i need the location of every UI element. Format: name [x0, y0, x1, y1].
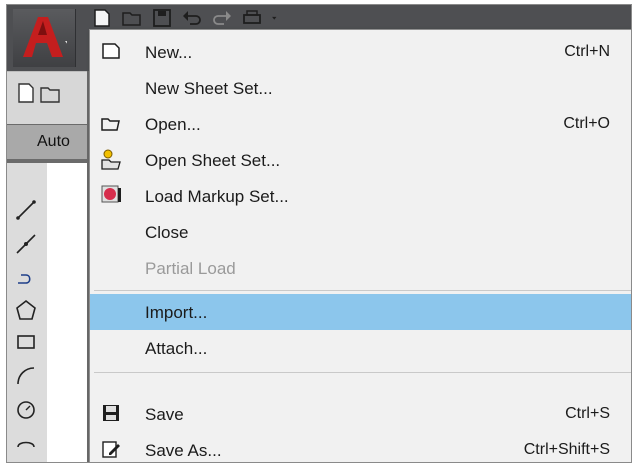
drawing-canvas[interactable] — [47, 163, 87, 462]
qat-customize-dropdown-icon[interactable] — [271, 8, 283, 28]
menu-item-shortcut: Ctrl+S — [565, 405, 610, 422]
menu-separator — [94, 372, 631, 373]
line-tool-icon[interactable] — [15, 199, 37, 221]
menu-item-open[interactable]: Open... Ctrl+O — [90, 106, 631, 142]
polygon-tool-icon[interactable] — [15, 299, 37, 321]
menu-item-label: Import... — [145, 303, 208, 322]
menu-separator — [94, 290, 631, 291]
floppy-disk-icon — [100, 402, 122, 424]
rectangle-tool-icon[interactable] — [15, 331, 37, 353]
document-tab-label: Auto — [37, 133, 70, 150]
new-document-icon — [100, 40, 122, 62]
menu-item-new[interactable]: New... Ctrl+N — [90, 34, 631, 70]
construction-line-icon[interactable] — [15, 233, 37, 255]
menu-item-shortcut: Ctrl+N — [564, 43, 610, 60]
qat-redo-icon[interactable] — [211, 8, 233, 28]
menu-item-load-markup-set[interactable]: Load Markup Set... — [90, 178, 631, 214]
menu-item-close[interactable]: Close — [90, 214, 631, 250]
save-as-pencil-icon — [100, 438, 122, 460]
menu-item-label: New... — [145, 43, 193, 62]
menu-item-label: Close — [145, 223, 189, 242]
document-tab[interactable]: Auto — [7, 125, 87, 159]
revision-cloud-icon[interactable] — [15, 433, 37, 455]
sheet-set-open-icon — [100, 148, 122, 170]
menu-item-label: Attach... — [145, 339, 208, 358]
menu-item-label: Partial Load — [145, 259, 236, 278]
menu-item-import[interactable]: Import... — [90, 294, 631, 330]
draw-toolbar — [7, 163, 48, 462]
menu-item-attach[interactable]: Attach... — [90, 330, 631, 366]
menu-item-label: Open Sheet Set... — [145, 151, 281, 170]
menu-item-label: Open... — [145, 115, 201, 134]
menu-item-shortcut: Ctrl+O — [563, 115, 610, 132]
menu-item-save-as[interactable]: Save As... Ctrl+Shift+S — [90, 432, 631, 462]
menu-item-shortcut: Ctrl+Shift+S — [523, 441, 610, 458]
qat-undo-icon[interactable] — [181, 8, 203, 28]
qat-save-icon[interactable] — [151, 8, 173, 28]
menu-item-label: New Sheet Set... — [145, 79, 273, 98]
autocad-window: Auto New... Ctrl+N New Sheet Set... Open… — [6, 4, 632, 463]
menu-item-open-sheet-set[interactable]: Open Sheet Set... — [90, 142, 631, 178]
menu-item-new-sheet-set[interactable]: New Sheet Set... — [90, 70, 631, 106]
menu-item-label: Save — [145, 405, 184, 424]
application-menu-button[interactable] — [13, 9, 76, 67]
qat-new-icon[interactable] — [91, 8, 113, 28]
arc-tool-icon[interactable] — [15, 365, 37, 387]
ribbon-new-icon[interactable] — [15, 82, 37, 104]
qat-plot-icon[interactable] — [241, 8, 263, 28]
application-menu-dropdown: New... Ctrl+N New Sheet Set... Open... C… — [89, 29, 631, 462]
ribbon-strip — [7, 71, 87, 124]
ribbon-open-icon[interactable] — [39, 82, 61, 104]
menu-item-save[interactable]: Save Ctrl+S — [90, 396, 631, 432]
menu-item-label: Load Markup Set... — [145, 187, 289, 206]
circle-tool-icon[interactable] — [15, 399, 37, 421]
qat-open-icon[interactable] — [121, 8, 143, 28]
menu-item-label: Save As... — [145, 441, 222, 460]
autocad-a-icon — [23, 17, 67, 57]
open-folder-icon — [100, 112, 122, 134]
polyline-tool-icon[interactable] — [15, 267, 37, 289]
menu-item-partial-load: Partial Load — [90, 250, 631, 286]
quick-access-toolbar — [91, 7, 283, 29]
markup-set-icon — [100, 184, 122, 206]
